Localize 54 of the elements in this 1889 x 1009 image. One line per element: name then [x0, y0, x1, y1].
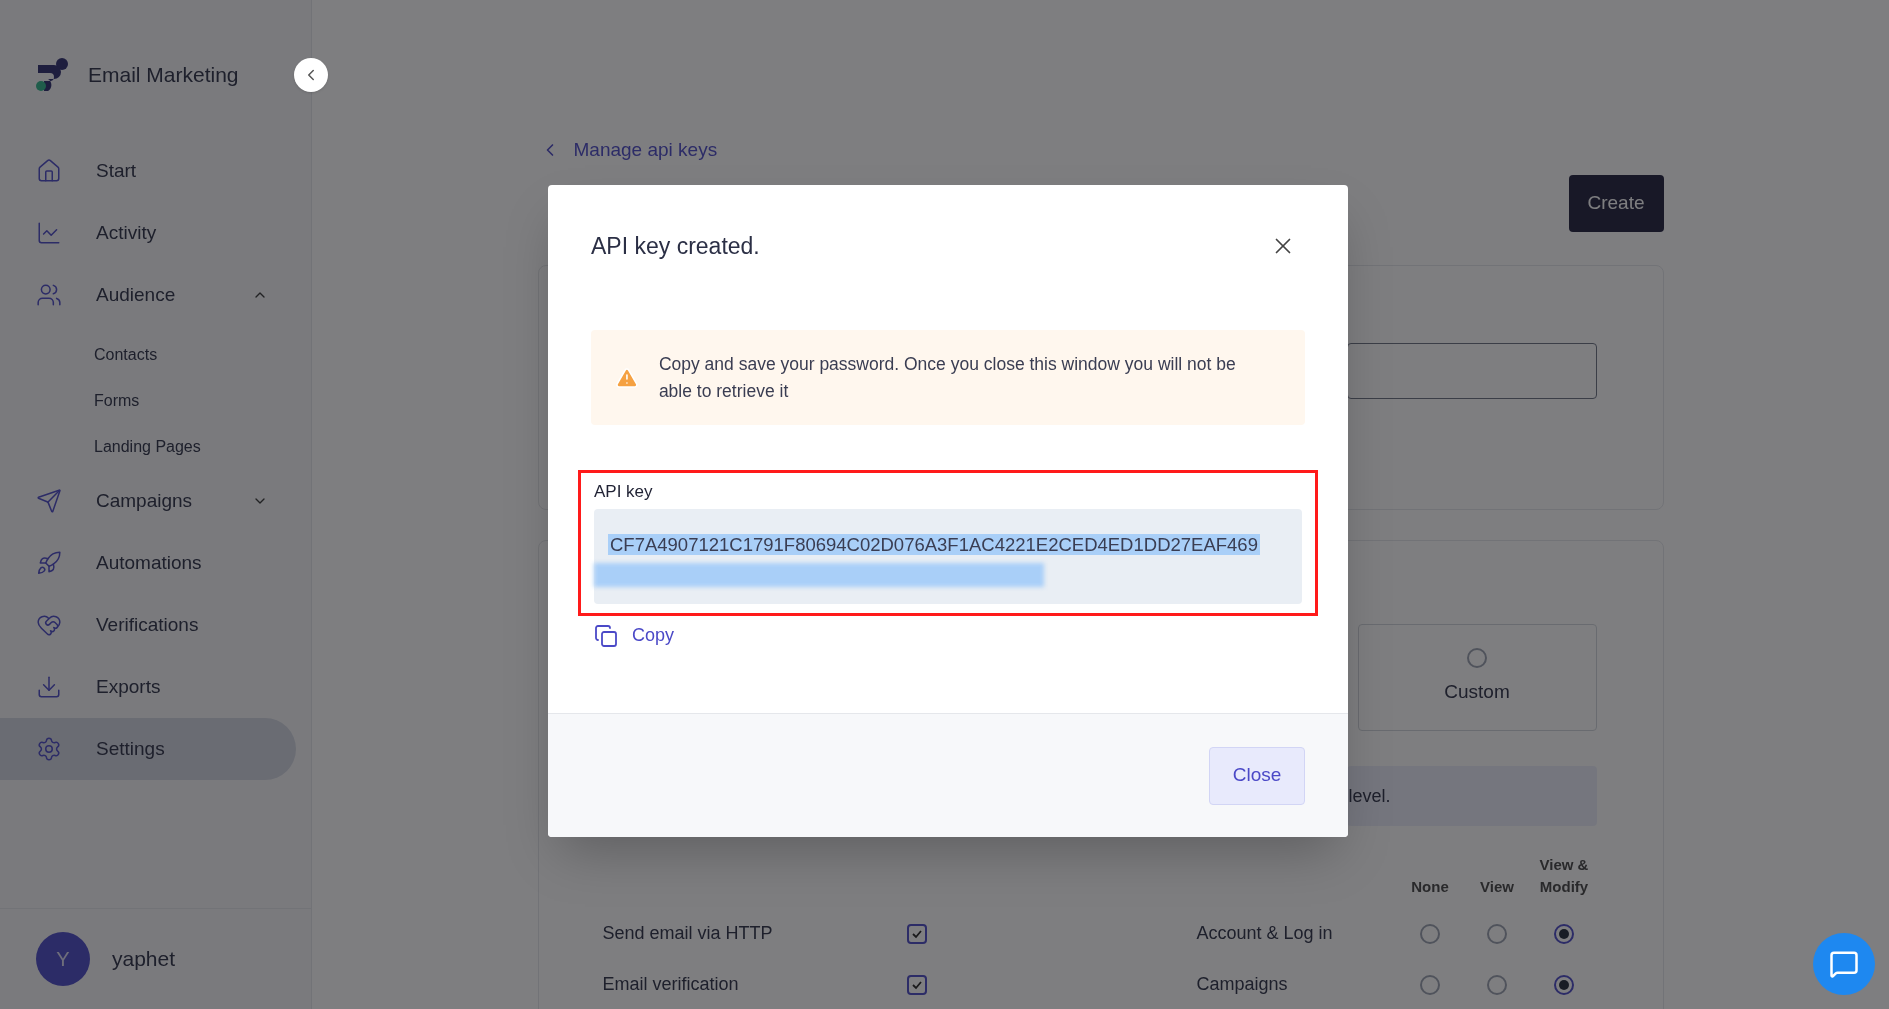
- radio-button[interactable]: [1467, 648, 1487, 669]
- user-avatar[interactable]: Y: [36, 932, 90, 986]
- back-link[interactable]: Manage api keys: [573, 135, 718, 165]
- radio-button[interactable]: [1487, 923, 1507, 944]
- permission-label: Campaigns: [1196, 973, 1289, 996]
- dialog-title: API key created.: [591, 231, 760, 261]
- copy-link[interactable]: Copy: [632, 622, 675, 649]
- download-icon: [36, 674, 62, 700]
- nav-subitem[interactable]: Contacts: [0, 332, 311, 378]
- nav-item[interactable]: Audience: [0, 264, 296, 326]
- api-key-text: CF7A4907121C1791F80694C02D076A3F1AC4221E2CED4ED1DD27EAF469: [608, 534, 1260, 555]
- column-header: View: [1479, 877, 1515, 897]
- paper-plane-icon: [36, 488, 62, 514]
- notice-text: level.: [1348, 784, 1391, 808]
- nav-subitem[interactable]: Landing Pages: [0, 424, 311, 470]
- close-button[interactable]: Close: [1209, 746, 1305, 805]
- checkbox[interactable]: [906, 974, 927, 995]
- settings-icon: [36, 736, 62, 762]
- warning-text: Copy and save your password. Once you close this window you will not be able to retrieve it: [658, 352, 1237, 403]
- nav-item[interactable]: Settings: [0, 718, 296, 780]
- create-button[interactable]: Create: [1568, 175, 1664, 232]
- brand-name: Email Marketing: [88, 62, 239, 89]
- nav-item[interactable]: Activity: [0, 202, 296, 264]
- permission-label: Account & Log in: [1196, 922, 1334, 945]
- line-chart-icon: [36, 220, 62, 246]
- radio-button[interactable]: [1420, 923, 1440, 944]
- column-header: None: [1410, 877, 1450, 897]
- nav-subitem[interactable]: Forms: [0, 378, 311, 424]
- nav-item[interactable]: Automations: [0, 532, 296, 594]
- home-icon: [36, 158, 62, 184]
- feature-label: Email verification: [602, 973, 740, 996]
- logo-icon: [34, 57, 70, 93]
- radio-button[interactable]: [1487, 974, 1507, 995]
- access-option-tile[interactable]: Custom: [1357, 624, 1597, 731]
- rocket-icon: [36, 550, 62, 576]
- radio-button[interactable]: [1420, 974, 1440, 995]
- copy-icon: [594, 623, 618, 648]
- user-name: yaphet: [112, 946, 176, 973]
- collapse-button[interactable]: [294, 58, 328, 92]
- radio-button[interactable]: [1554, 974, 1574, 995]
- nav-item[interactable]: Campaigns: [0, 470, 296, 532]
- input-field[interactable]: [1346, 343, 1597, 399]
- chat-icon: [1829, 949, 1859, 979]
- checkbox[interactable]: [906, 923, 927, 944]
- field-label: API key: [594, 481, 654, 503]
- api-key-field[interactable]: CF7A4907121C1791F80694C02D076A3F1AC4221E2CED4ED1DD27EAF469: [594, 509, 1302, 604]
- nav-item[interactable]: Start: [0, 140, 296, 202]
- nav-item[interactable]: Exports: [0, 656, 296, 718]
- users-icon: [36, 282, 62, 308]
- nav-item[interactable]: Verifications: [0, 594, 296, 656]
- feature-label: Send email via HTTP: [602, 922, 774, 945]
- heart-hands-icon: [36, 612, 62, 638]
- column-header: View & Modify: [1538, 855, 1590, 897]
- radio-button[interactable]: [1554, 923, 1574, 944]
